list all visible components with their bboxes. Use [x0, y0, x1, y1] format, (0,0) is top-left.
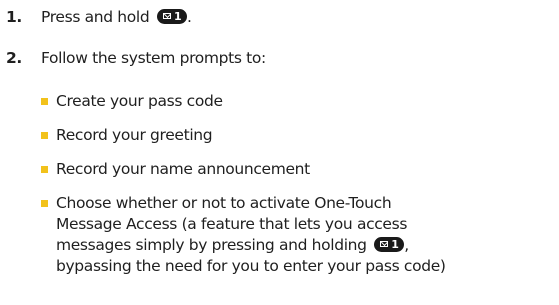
step-number: 2. [6, 49, 22, 67]
envelope-icon [162, 13, 171, 19]
list-item: Create your pass code [41, 91, 559, 112]
list-item-text: , [404, 236, 409, 254]
list-item-text: Create your pass code [56, 92, 223, 110]
bullet-square-icon [41, 132, 48, 139]
bullet-square-icon [41, 166, 48, 173]
list-item-line: Choose whether or not to activate One-To… [56, 194, 392, 212]
list-item-line: bypassing the need for you to enter your… [56, 257, 446, 275]
step-number: 1. [6, 8, 22, 26]
list-item-text: messages simply by pressing and holding [56, 236, 367, 254]
list-item-text: Record your greeting [56, 126, 213, 144]
step-2: 2. Follow the system prompts to: [6, 49, 266, 67]
prompt-list: Create your pass code Record your greeti… [41, 91, 559, 290]
list-item-text: Record your name announcement [56, 160, 310, 178]
step-text: Press and hold [41, 8, 150, 26]
list-item: Record your name announcement [41, 159, 559, 180]
envelope-icon [380, 241, 389, 247]
bullet-square-icon [41, 200, 48, 207]
bullet-square-icon [41, 98, 48, 105]
list-item-line: Message Access (a feature that lets you … [56, 215, 408, 233]
voicemail-key-icon: 1 [374, 237, 405, 252]
list-item: Choose whether or not to activate One-To… [41, 193, 559, 277]
list-item: Record your greeting [41, 125, 559, 146]
step-suffix: . [186, 8, 192, 26]
key-digit: 1 [173, 10, 182, 23]
key-digit: 1 [391, 238, 399, 251]
list-item-line: messages simply by pressing and holding … [56, 235, 559, 256]
voicemail-key-icon: 1 [156, 9, 187, 24]
step-1: 1. Press and hold 1. [6, 8, 192, 26]
step-text: Follow the system prompts to: [41, 49, 266, 67]
